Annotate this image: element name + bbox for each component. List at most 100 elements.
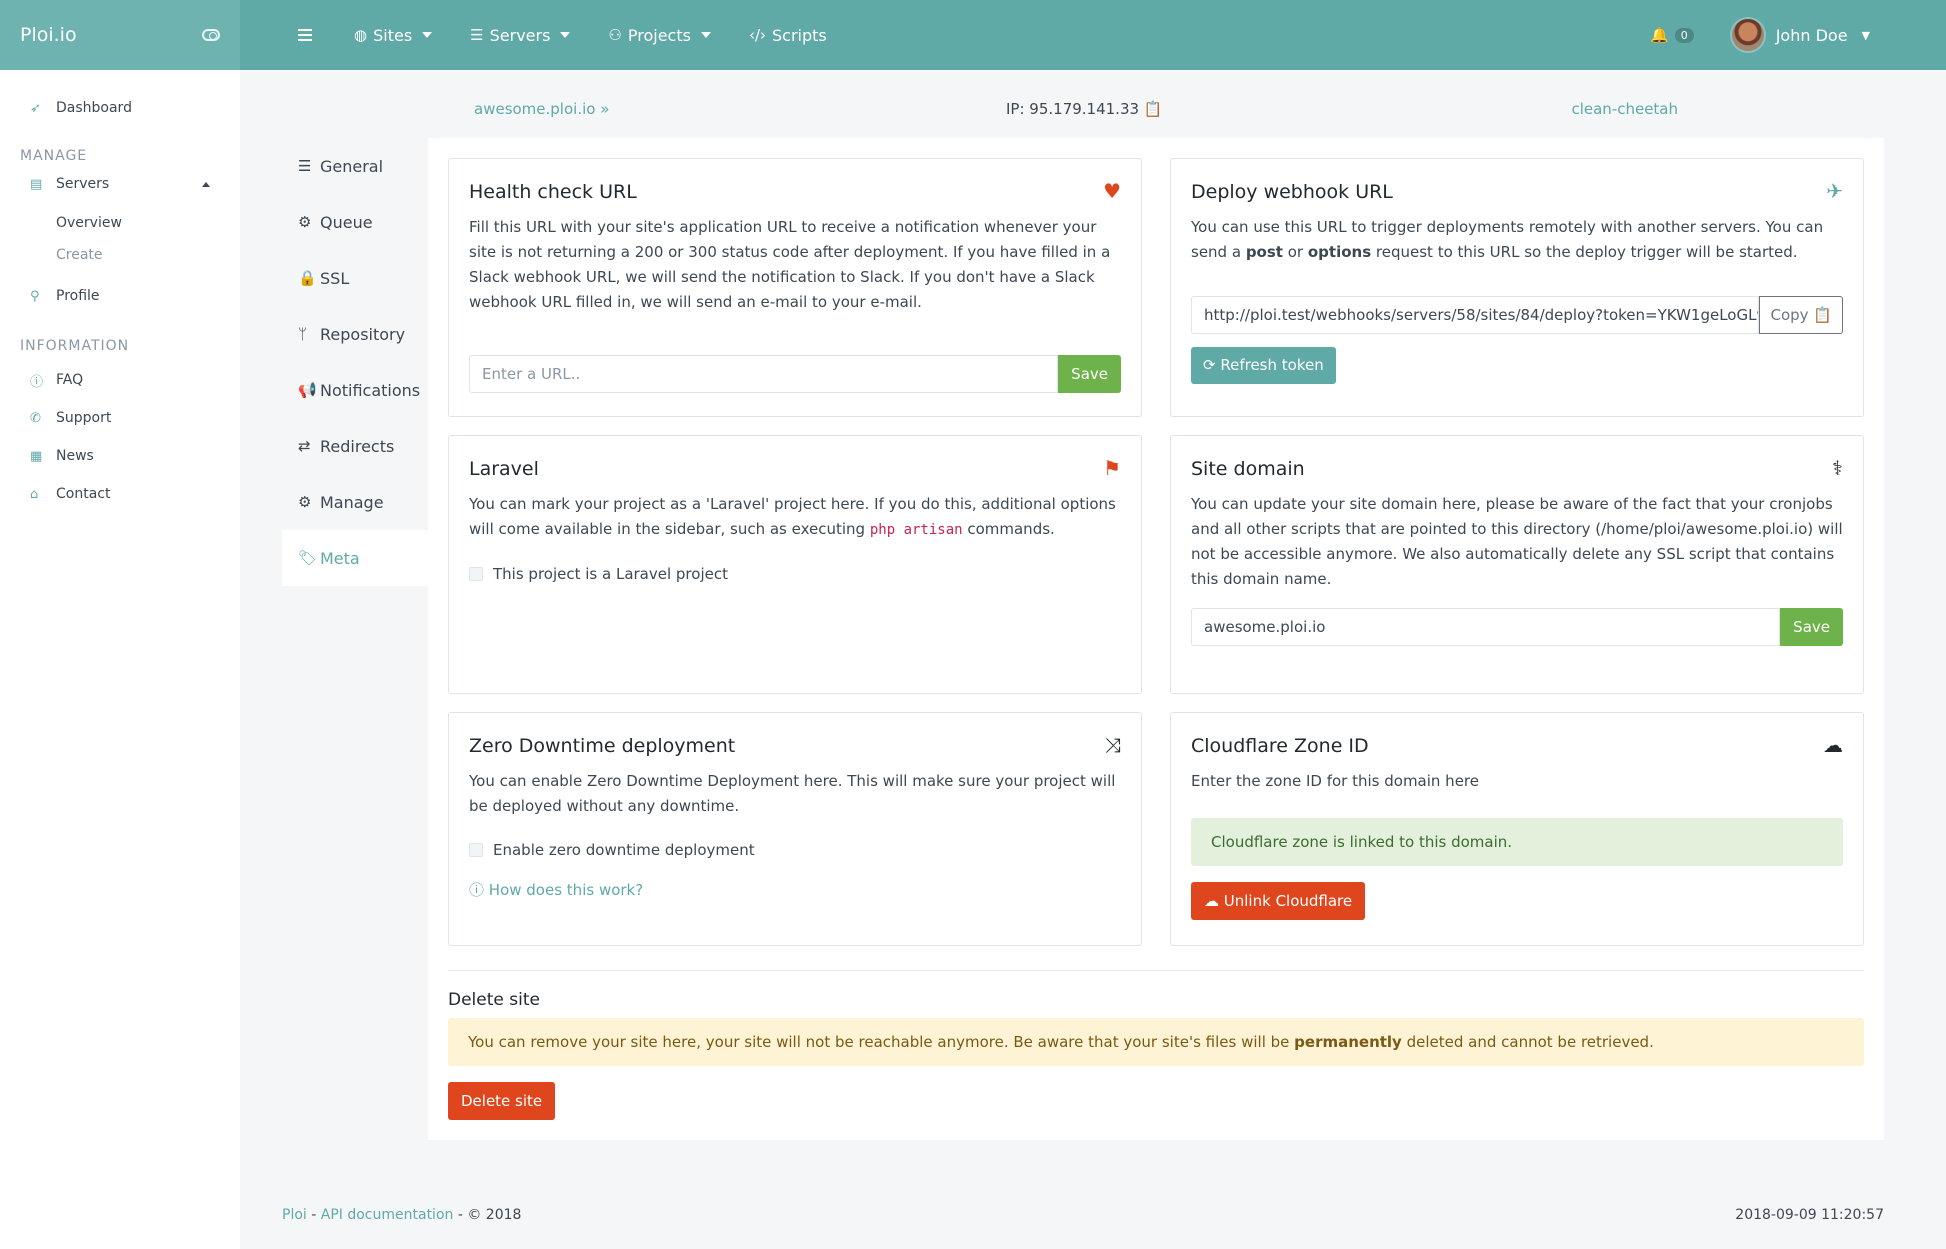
hamburger-icon[interactable] bbox=[298, 29, 312, 41]
sidebar-item-contact[interactable]: ⌂ Contact bbox=[0, 479, 240, 509]
heartbeat-icon: ♥ bbox=[1103, 179, 1121, 203]
main-nav: ◍ Sites ☰ Servers ⚇ Projects ‹/› Scripts bbox=[240, 0, 865, 70]
health-url-input[interactable]: Enter a URL.. bbox=[469, 355, 1059, 393]
sidebar-item-news[interactable]: ▦ News bbox=[0, 441, 240, 471]
sidebar-item-faq[interactable]: ⓘ FAQ bbox=[0, 365, 240, 395]
lock-icon: 🔒 bbox=[298, 269, 317, 287]
health-url-form: Enter a URL.. Save bbox=[469, 355, 1121, 393]
clipboard-icon[interactable]: 📋 bbox=[1144, 100, 1163, 118]
clipboard-icon: 📋 bbox=[1813, 306, 1832, 324]
cloudflare-card: Cloudflare Zone ID ☁ Enter the zone ID f… bbox=[1170, 712, 1864, 946]
nav-scripts[interactable]: ‹/› Scripts bbox=[749, 26, 827, 45]
delete-site-title: Delete site bbox=[448, 990, 540, 1010]
sidebar-item-create[interactable]: Create bbox=[0, 239, 240, 271]
shuffle-icon: ⤨ bbox=[1105, 733, 1121, 757]
zero-downtime-checkbox[interactable] bbox=[469, 843, 483, 857]
chevron-down-icon bbox=[422, 32, 433, 38]
cloud-icon: ☁ bbox=[1204, 892, 1219, 910]
server-name-link[interactable]: clean-cheetah bbox=[1571, 100, 1678, 118]
site-domain-link[interactable]: awesome.ploi.io » bbox=[474, 100, 609, 118]
card-description: You can enable Zero Downtime Deployment … bbox=[469, 772, 1116, 815]
server-icon: ☰ bbox=[470, 26, 484, 44]
newspaper-icon: ▦ bbox=[30, 448, 43, 464]
webhook-url-field[interactable]: http://ploi.test/webhooks/servers/58/sit… bbox=[1191, 296, 1760, 334]
gear-icon: ⚙ bbox=[298, 213, 312, 231]
card-title: Site domain bbox=[1191, 458, 1305, 480]
sidebar-item-overview[interactable]: Overview bbox=[0, 207, 240, 239]
laravel-icon: ⚑ bbox=[1103, 456, 1121, 480]
avatar[interactable] bbox=[1729, 17, 1766, 53]
how-does-this-work-link[interactable]: ⓘ How does this work? bbox=[469, 879, 1121, 900]
chevron-down-icon[interactable]: ▼ bbox=[1862, 29, 1870, 42]
section-heading-manage: MANAGE bbox=[20, 148, 88, 164]
brand: Ploi.io bbox=[0, 0, 240, 70]
card-title: Health check URL bbox=[469, 181, 637, 203]
bell-icon[interactable]: 🔔 bbox=[1650, 26, 1669, 44]
refresh-token-button[interactable]: ⟳ Refresh token bbox=[1191, 347, 1336, 384]
laravel-checkbox-row[interactable]: This project is a Laravel project bbox=[469, 565, 1121, 583]
site-ip: IP: 95.179.141.33 📋 bbox=[1006, 100, 1163, 118]
api-documentation-link[interactable]: API documentation bbox=[321, 1207, 454, 1223]
nav-sites[interactable]: ◍ Sites bbox=[354, 26, 433, 45]
card-description: Enter the zone ID for this domain here bbox=[1191, 772, 1479, 790]
site-subnav: ☰ General ⚙ Queue 🔒 SSL ᛘ Repository 📢 Notifi… bbox=[282, 138, 428, 586]
card-description: You can mark your project as a 'Laravel'… bbox=[469, 495, 1116, 538]
tab-queue[interactable]: ⚙ Queue bbox=[282, 194, 428, 250]
ploi-link[interactable]: Ploi bbox=[282, 1207, 307, 1223]
tab-meta[interactable]: 🏷 Meta bbox=[282, 530, 428, 586]
sidebar-item-servers[interactable]: ▤ Servers bbox=[0, 169, 240, 199]
sidebar-item-profile[interactable]: ⚲ Profile bbox=[0, 281, 240, 311]
save-button[interactable]: Save bbox=[1780, 608, 1843, 646]
tab-redirects[interactable]: ⇄ Redirects bbox=[282, 418, 428, 474]
footer: Ploi - API documentation - © 2018 2018-0… bbox=[240, 1175, 1946, 1249]
user-area: 🔔 0 John Doe ▼ bbox=[1650, 0, 1870, 70]
section-heading-information: INFORMATION bbox=[20, 338, 130, 354]
cloud-icon: ☁ bbox=[1823, 733, 1843, 757]
zero-downtime-checkbox-row[interactable]: Enable zero downtime deployment bbox=[469, 841, 1121, 859]
gears-icon: ⚙ bbox=[298, 493, 312, 511]
notification-count: 0 bbox=[1674, 27, 1694, 43]
tab-repository[interactable]: ᛘ Repository bbox=[282, 306, 428, 362]
save-button[interactable]: Save bbox=[1058, 355, 1121, 393]
sidebar-item-support[interactable]: ✆ Support bbox=[0, 403, 240, 433]
card-description: You can update your site domain here, pl… bbox=[1191, 495, 1843, 588]
nav-projects[interactable]: ⚇ Projects bbox=[608, 26, 711, 45]
card-description: You can use this URL to trigger deployme… bbox=[1191, 218, 1824, 261]
question-circle-icon: ⓘ bbox=[30, 374, 44, 390]
site-info-bar: awesome.ploi.io » IP: 95.179.141.33 📋 cl… bbox=[474, 96, 1678, 126]
health-check-card: Health check URL ♥ Fill this URL with yo… bbox=[448, 158, 1142, 417]
refresh-icon: ⟳ bbox=[1203, 356, 1216, 374]
chevron-down-icon bbox=[700, 32, 711, 38]
card-title: Deploy webhook URL bbox=[1191, 181, 1393, 203]
unlink-cloudflare-button[interactable]: ☁ Unlink Cloudflare bbox=[1191, 882, 1366, 920]
site-domain-input[interactable]: awesome.ploi.io bbox=[1191, 608, 1781, 646]
sidebar-toggle-icon[interactable] bbox=[202, 29, 220, 41]
list-icon: ☰ bbox=[298, 157, 312, 175]
user-name[interactable]: John Doe bbox=[1776, 26, 1848, 45]
laravel-checkbox[interactable] bbox=[469, 567, 483, 581]
card-title: Cloudflare Zone ID bbox=[1191, 735, 1369, 757]
site-domain-card: Site domain ⚕ You can update your site d… bbox=[1170, 435, 1864, 694]
tab-ssl[interactable]: 🔒 SSL bbox=[282, 250, 428, 306]
chevron-up-icon bbox=[202, 181, 210, 187]
card-title: Laravel bbox=[469, 458, 539, 480]
laravel-card: Laravel ⚑ You can mark your project as a… bbox=[448, 435, 1142, 694]
copy-button[interactable]: Copy 📋 bbox=[1759, 296, 1843, 334]
zero-downtime-card: Zero Downtime deployment ⤨ You can enabl… bbox=[448, 712, 1142, 946]
brand-name[interactable]: Ploi.io bbox=[20, 24, 77, 46]
user-icon: ⚲ bbox=[30, 288, 40, 304]
sidebar-item-dashboard[interactable]: ➶ Dashboard bbox=[0, 93, 240, 123]
footer-links: Ploi - API documentation - © 2018 bbox=[282, 1207, 522, 1223]
footer-timestamp: 2018-09-09 11:20:57 bbox=[1735, 1207, 1884, 1223]
question-circle-icon: ⓘ bbox=[469, 881, 485, 899]
globe-icon: ◍ bbox=[354, 26, 368, 44]
tab-general[interactable]: ☰ General bbox=[282, 138, 428, 194]
delete-site-button[interactable]: Delete site bbox=[448, 1082, 556, 1120]
tab-notifications[interactable]: 📢 Notifications bbox=[282, 362, 428, 418]
nav-servers[interactable]: ☰ Servers bbox=[470, 26, 571, 45]
deploy-webhook-card: Deploy webhook URL ✈ You can use this UR… bbox=[1170, 158, 1864, 417]
server-icon: ▤ bbox=[30, 176, 43, 192]
git-branch-icon: ᛘ bbox=[298, 325, 308, 343]
tab-manage[interactable]: ⚙ Manage bbox=[282, 474, 428, 530]
card-description: Fill this URL with your site's applicati… bbox=[469, 218, 1111, 311]
